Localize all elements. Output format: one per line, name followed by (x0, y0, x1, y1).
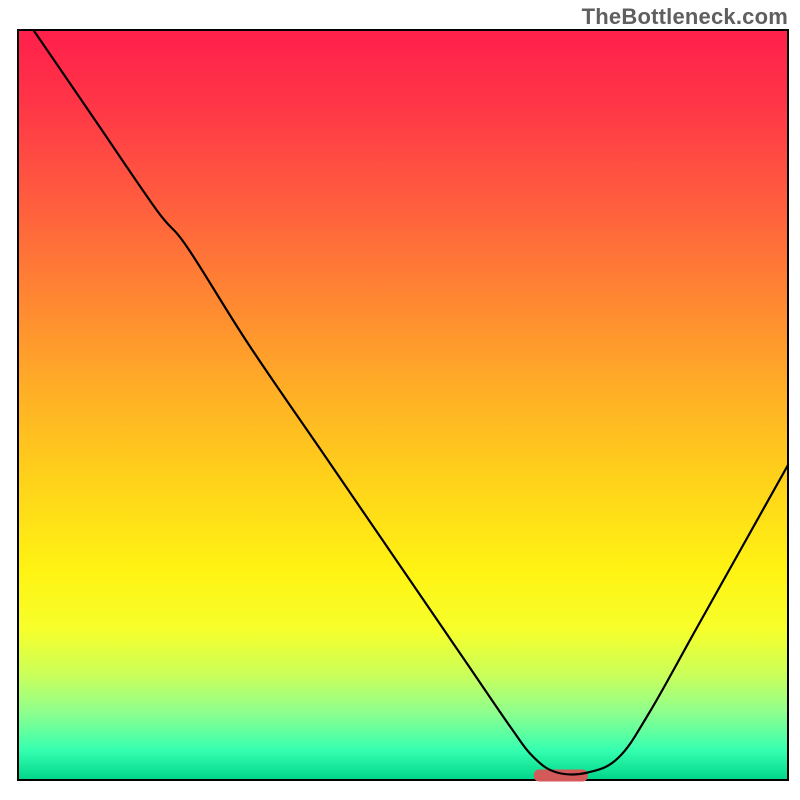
watermark-label: TheBottleneck.com (582, 4, 788, 30)
optimal-marker (534, 770, 588, 782)
gradient-background (18, 30, 788, 780)
bottleneck-chart (0, 0, 800, 800)
chart-container: TheBottleneck.com (0, 0, 800, 800)
